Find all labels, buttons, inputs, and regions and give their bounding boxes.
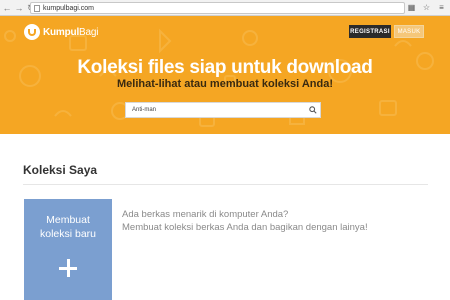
hero-banner: KumpulBagi REGISTRASI MASUK Koleksi file… <box>0 16 450 134</box>
search-icon[interactable] <box>306 103 320 117</box>
register-button[interactable]: REGISTRASI <box>349 25 391 38</box>
search-input[interactable]: Anti-man <box>125 102 321 118</box>
browser-toolbar: ← → ↻ kumpulbagi.com ▦ ☆ ≡ <box>0 0 450 16</box>
logo-text-bold: Kumpul <box>43 26 80 38</box>
section-title: Koleksi Saya <box>23 163 98 177</box>
info-text-line1: Ada berkas menarik di komputer Anda? <box>122 209 289 220</box>
search-input-value: Anti-man <box>132 107 157 113</box>
logo-text-light: Bagi <box>79 26 99 38</box>
address-bar[interactable]: kumpulbagi.com <box>30 2 405 14</box>
menu-icon[interactable]: ≡ <box>437 3 446 12</box>
info-text-line2: Membuat koleksi berkas Anda dan bagikan … <box>122 222 368 233</box>
create-collection-label: Membuat koleksi baru <box>24 213 112 241</box>
hero-subtitle: Melihat-lihat atau membuat koleksi Anda! <box>117 78 333 90</box>
back-arrow-icon[interactable]: ← <box>2 2 12 14</box>
star-icon[interactable]: ☆ <box>422 3 431 12</box>
logo-bag-icon <box>24 24 40 40</box>
forward-arrow-icon[interactable]: → <box>14 2 24 14</box>
create-label-line1: Membuat <box>46 214 90 226</box>
create-label-line2: koleksi baru <box>39 228 97 240</box>
section-divider <box>23 184 428 185</box>
plus-icon <box>59 259 77 277</box>
logo-text: KumpulBagi <box>43 27 98 38</box>
page-icon <box>34 4 40 12</box>
site-logo[interactable]: KumpulBagi <box>24 24 98 40</box>
hero-title: Koleksi files siap untuk download <box>77 57 373 78</box>
login-button[interactable]: MASUK <box>394 25 424 38</box>
extension-icon[interactable]: ▦ <box>407 3 416 12</box>
create-collection-button[interactable]: Membuat koleksi baru <box>24 199 112 300</box>
url-text: kumpulbagi.com <box>43 4 94 12</box>
